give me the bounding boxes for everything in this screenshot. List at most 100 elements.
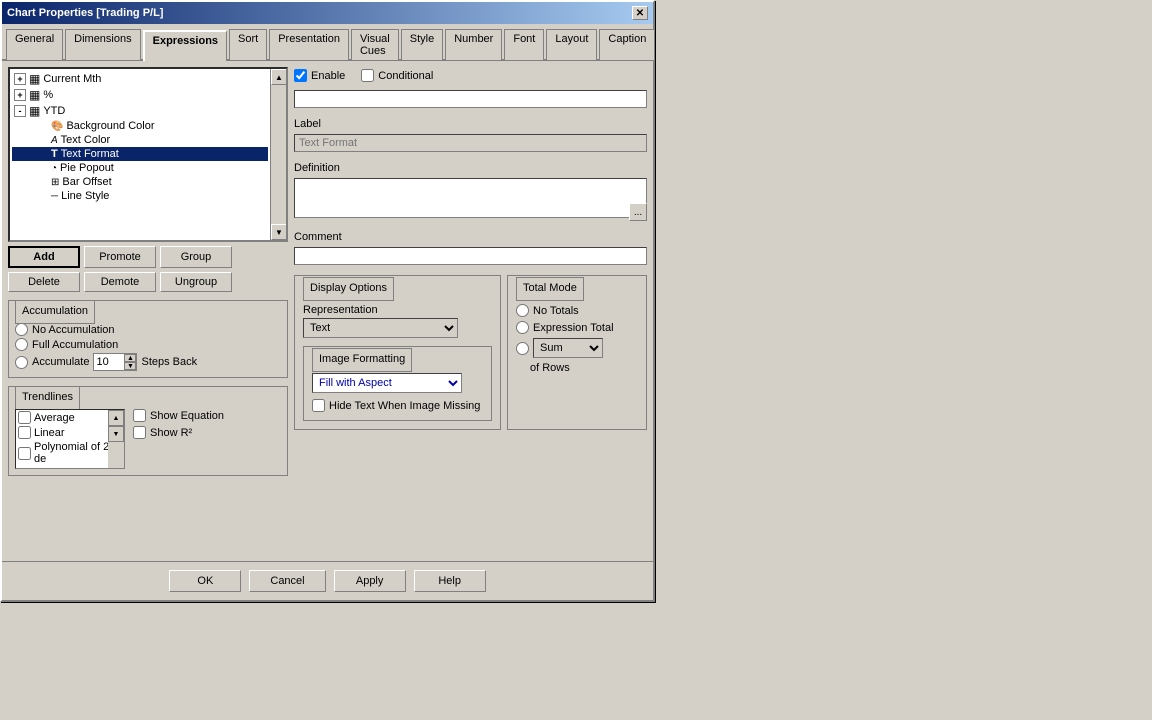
- bottom-buttons: OK Cancel Apply Help: [2, 561, 653, 600]
- tab-visual-cues[interactable]: Visual Cues: [351, 29, 399, 60]
- enable-checkbox[interactable]: [294, 69, 307, 82]
- total-mode-content: No Totals Expression Total Sum Avg: [516, 304, 638, 374]
- right-panel: Enable Conditional Label Definition: [294, 67, 647, 555]
- conditional-checkbox[interactable]: [361, 69, 374, 82]
- tree-item-pie-popout[interactable]: ◔ Pie Popout: [12, 161, 268, 175]
- tree-label-percent: %: [43, 89, 53, 101]
- tab-style[interactable]: Style: [401, 29, 443, 60]
- trendline-average-check[interactable]: [18, 411, 31, 424]
- tab-expressions[interactable]: Expressions: [143, 30, 227, 61]
- show-equation-row: Show Equation: [133, 409, 224, 422]
- sum-radio[interactable]: [516, 342, 529, 355]
- tab-number[interactable]: Number: [445, 29, 502, 60]
- expander-current-mth[interactable]: +: [14, 73, 26, 85]
- tree-item-text-format[interactable]: T Text Format: [12, 147, 268, 161]
- tab-caption[interactable]: Caption: [599, 29, 655, 60]
- trendlines-options: Show Equation Show R²: [133, 409, 224, 469]
- tree-item-text-color[interactable]: A Text Color: [12, 133, 268, 147]
- expression-total-radio[interactable]: [516, 321, 529, 334]
- tree-item-current-mth[interactable]: + ▦ Current Mth: [12, 71, 268, 87]
- add-button[interactable]: Add: [8, 246, 80, 268]
- title-bar-buttons: ✕: [632, 6, 648, 20]
- steps-input[interactable]: [94, 355, 124, 369]
- expander-percent[interactable]: +: [14, 89, 26, 101]
- ellipsis-button[interactable]: ...: [629, 203, 647, 221]
- spin-up[interactable]: ▲: [124, 354, 136, 362]
- expander-ytd[interactable]: -: [14, 105, 26, 117]
- text-format-icon: T: [51, 148, 58, 160]
- tree-item-line-style[interactable]: ─ Line Style: [12, 189, 268, 203]
- tl-scroll-up[interactable]: ▲: [108, 410, 124, 426]
- scroll-up-btn[interactable]: ▲: [271, 69, 287, 85]
- tree-item-percent[interactable]: + ▦ %: [12, 87, 268, 103]
- ok-button[interactable]: OK: [169, 570, 241, 592]
- tree-label-text-format: Text Format: [61, 148, 119, 160]
- spin-buttons: ▲ ▼: [124, 354, 136, 370]
- accumulate-radio[interactable]: [15, 356, 28, 369]
- demote-button[interactable]: Demote: [84, 272, 156, 292]
- accumulate-row: Accumulate ▲ ▼ Steps Back: [15, 353, 281, 371]
- scroll-down-btn[interactable]: ▼: [271, 224, 287, 240]
- accumulation-label: Accumulation: [15, 300, 95, 324]
- aspect-select[interactable]: Fill with Aspect No Stretch Fill Stretch: [312, 373, 462, 393]
- delete-button[interactable]: Delete: [8, 272, 80, 292]
- trendline-linear-check[interactable]: [18, 426, 31, 439]
- representation-label: Representation: [303, 304, 492, 316]
- enable-label: Enable: [311, 70, 345, 82]
- comment-input[interactable]: [294, 247, 647, 265]
- representation-select[interactable]: Text Image Circular Gauge Linear Gauge T…: [303, 318, 458, 338]
- tree-item-bar-offset[interactable]: ⊞ Bar Offset: [12, 175, 268, 189]
- trendlines-group: Trendlines Average Linear Po: [8, 386, 288, 476]
- bg-color-icon: 🎨: [51, 121, 63, 132]
- left-panel: + ▦ Current Mth + ▦ % - ▦ YTD: [8, 67, 288, 555]
- ungroup-button[interactable]: Ungroup: [160, 272, 232, 292]
- show-r2-check[interactable]: [133, 426, 146, 439]
- steps-input-wrap: ▲ ▼: [93, 353, 137, 371]
- action-buttons-row1: Add Promote Group: [8, 246, 288, 268]
- tab-sort[interactable]: Sort: [229, 29, 267, 60]
- show-equation-check[interactable]: [133, 409, 146, 422]
- show-r2-label: Show R²: [150, 427, 192, 439]
- panels-row: Display Options Representation Text Imag…: [294, 275, 647, 430]
- chart-icon-percent: ▦: [29, 88, 40, 102]
- full-accumulation-label: Full Accumulation: [32, 339, 118, 351]
- promote-button[interactable]: Promote: [84, 246, 156, 268]
- no-accumulation-label: No Accumulation: [32, 324, 115, 336]
- tab-font[interactable]: Font: [504, 29, 544, 60]
- trendline-polynomial-check[interactable]: [18, 447, 31, 460]
- tree-label-pie-popout: Pie Popout: [60, 162, 114, 174]
- tree-item-bg-color[interactable]: 🎨 Background Color: [12, 119, 268, 133]
- no-totals-radio[interactable]: [516, 304, 529, 317]
- sum-select[interactable]: Sum Avg Min Max Count: [533, 338, 603, 358]
- no-totals-label: No Totals: [533, 305, 579, 317]
- accumulation-group: Accumulation No Accumulation Full Accumu…: [8, 300, 288, 378]
- apply-button[interactable]: Apply: [334, 570, 406, 592]
- tree-label-current-mth: Current Mth: [43, 73, 101, 85]
- tab-dimensions[interactable]: Dimensions: [65, 29, 140, 60]
- main-content: + ▦ Current Mth + ▦ % - ▦ YTD: [2, 61, 653, 561]
- help-button[interactable]: Help: [414, 570, 486, 592]
- definition-input[interactable]: [294, 178, 647, 218]
- tab-general[interactable]: General: [6, 29, 63, 60]
- title-bar: Chart Properties [Trading P/L] ✕: [2, 2, 653, 24]
- spin-down[interactable]: ▼: [124, 362, 136, 370]
- top-empty-input[interactable]: [294, 90, 647, 108]
- no-accumulation-radio[interactable]: [15, 323, 28, 336]
- show-r2-row: Show R²: [133, 426, 224, 439]
- hide-text-checkbox[interactable]: [312, 399, 325, 412]
- tabs-bar: General Dimensions Expressions Sort Pres…: [2, 24, 653, 61]
- bar-offset-icon: ⊞: [51, 177, 59, 188]
- total-mode-label: Total Mode: [516, 277, 584, 301]
- cancel-button[interactable]: Cancel: [249, 570, 325, 592]
- close-button[interactable]: ✕: [632, 6, 648, 20]
- definition-field-row: Definition ...: [294, 162, 647, 221]
- tree-item-ytd[interactable]: - ▦ YTD: [12, 103, 268, 119]
- tab-presentation[interactable]: Presentation: [269, 29, 349, 60]
- conditional-wrap: Conditional: [361, 69, 433, 82]
- tl-scroll-down[interactable]: ▼: [108, 426, 124, 442]
- tab-layout[interactable]: Layout: [546, 29, 597, 60]
- group-button[interactable]: Group: [160, 246, 232, 268]
- full-accumulation-radio[interactable]: [15, 338, 28, 351]
- label-input[interactable]: [294, 134, 647, 152]
- no-totals-row: No Totals: [516, 304, 638, 317]
